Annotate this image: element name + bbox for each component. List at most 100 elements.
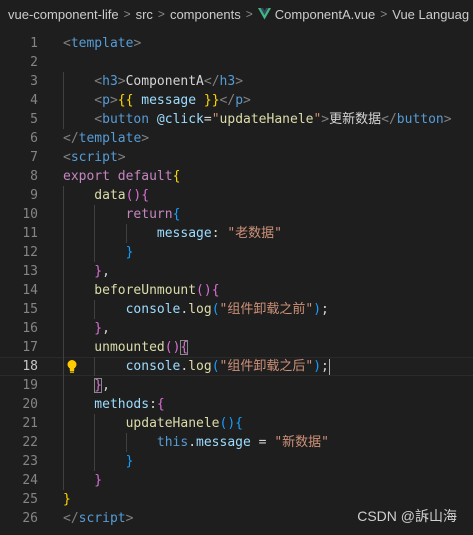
code-token: : — [149, 397, 157, 412]
code-token: {{ — [117, 93, 142, 108]
code-text: </script> — [63, 509, 133, 528]
chevron-right-icon: > — [123, 7, 131, 21]
code-text: <h3>ComponentA</h3> — [94, 72, 243, 91]
indent-guide — [63, 433, 64, 452]
code-line[interactable]: 1 <template> — [0, 34, 473, 53]
code-token: log — [188, 359, 212, 374]
code-line[interactable]: 7 <script> — [0, 148, 473, 167]
code-token: } — [94, 264, 103, 279]
code-token: </ — [381, 112, 397, 127]
indent-guide — [63, 471, 64, 490]
code-line[interactable]: 21 updateHanele(){ — [0, 414, 473, 433]
code-line[interactable]: 14 beforeUnmount(){ — [0, 281, 473, 300]
code-token: template — [78, 131, 142, 146]
code-line[interactable]: 2 — [0, 53, 473, 72]
code-text: this.message = "新数据" — [157, 433, 329, 452]
code-line[interactable]: 5 <button @click="updateHanele">更新数据</but… — [0, 110, 473, 129]
indent-guide — [125, 224, 127, 243]
code-token: message — [156, 226, 212, 241]
indent-guide — [63, 281, 64, 300]
code-token: }} — [196, 93, 220, 108]
breadcrumb-item-components[interactable]: components — [170, 7, 241, 22]
code-token: h3 — [102, 74, 118, 89]
code-line[interactable]: 6 </template> — [0, 129, 473, 148]
code-line[interactable]: 17 unmounted(){ — [0, 338, 473, 357]
code-line[interactable]: 8 export default{ — [0, 167, 473, 186]
code-editor[interactable]: 1 <template> 2 3 <h3>ComponentA</h3> 4 <p>{{ m… — [0, 28, 473, 535]
code-text: <script> — [63, 148, 126, 167]
code-token: { — [141, 188, 150, 203]
line-number: 16 — [22, 321, 38, 336]
breadcrumb-item-language[interactable]: Vue Languag — [392, 7, 469, 22]
indent-guide — [63, 110, 64, 129]
code-token: script — [70, 150, 118, 165]
code-line[interactable]: 18 console.log("组件卸载之后"); — [0, 357, 473, 376]
code-token: "新数据" — [274, 435, 329, 450]
line-number: 18 — [22, 359, 38, 374]
code-line[interactable]: 24} — [0, 471, 473, 490]
code-token: { — [180, 340, 189, 355]
code-line[interactable]: 3 <h3>ComponentA</h3> — [0, 72, 473, 91]
code-token: } — [125, 454, 134, 469]
code-token: } — [94, 378, 103, 393]
indent-guide — [63, 319, 64, 338]
code-token: message — [196, 435, 251, 450]
line-number: 4 — [30, 93, 38, 108]
code-text: beforeUnmount(){ — [94, 281, 219, 300]
code-token: methods — [94, 397, 150, 412]
code-line[interactable]: 9 data(){ — [0, 186, 473, 205]
code-token: , — [102, 264, 110, 279]
code-line[interactable]: 20 methods:{ — [0, 395, 473, 414]
line-number: 13 — [22, 264, 38, 279]
code-token: : — [211, 226, 228, 241]
code-token: () — [196, 283, 212, 298]
code-token: = — [250, 435, 275, 450]
code-line[interactable]: 16}, — [0, 319, 473, 338]
code-token: "老数据" — [227, 226, 282, 241]
lightbulb-icon[interactable] — [66, 359, 78, 374]
code-line[interactable]: 22 this.message = "新数据" — [0, 433, 473, 452]
code-line[interactable]: 13}, — [0, 262, 473, 281]
code-token: button — [102, 112, 150, 127]
breadcrumb-item-project[interactable]: vue-component-life — [8, 7, 119, 22]
code-line[interactable]: 15 console.log("组件卸载之前"); — [0, 300, 473, 319]
line-number: 5 — [30, 112, 38, 127]
code-line[interactable]: 12} — [0, 243, 473, 262]
code-line[interactable]: 11 message: "老数据" — [0, 224, 473, 243]
indent-guide — [63, 452, 64, 471]
indent-guide — [63, 91, 64, 110]
code-text: console.log("组件卸载之后"); — [126, 357, 330, 376]
code-line[interactable]: 23} — [0, 452, 473, 471]
code-token: () — [125, 188, 142, 203]
code-token: return — [125, 207, 173, 222]
code-token: > — [443, 112, 452, 127]
code-text: data(){ — [94, 186, 149, 205]
chevron-right-icon: > — [380, 7, 388, 21]
indent-guide — [94, 452, 96, 471]
code-token: < — [63, 150, 71, 165]
indent-guide — [63, 338, 64, 357]
line-number: 22 — [22, 435, 38, 450]
indent-guide — [125, 433, 127, 452]
code-token: > — [141, 131, 150, 146]
code-line[interactable]: 4 <p>{{ message }}</p> — [0, 91, 473, 110]
code-line[interactable]: 10 return{ — [0, 205, 473, 224]
line-number: 23 — [22, 454, 38, 469]
line-number: 9 — [30, 188, 38, 203]
code-token: { — [211, 283, 220, 298]
code-line[interactable]: 19}, — [0, 376, 473, 395]
breadcrumb-item-src[interactable]: src — [136, 7, 153, 22]
indent-guide — [94, 414, 96, 433]
code-token: > — [243, 93, 251, 108]
code-token: beforeUnmount — [94, 283, 197, 298]
code-text: updateHanele(){ — [126, 414, 243, 433]
code-token: 更新数据 — [329, 112, 382, 127]
code-token: </ — [63, 131, 79, 146]
code-token: template — [70, 36, 134, 51]
line-number: 19 — [22, 378, 38, 393]
line-number: 14 — [22, 283, 38, 298]
code-text: return{ — [126, 205, 181, 224]
line-number: 3 — [30, 74, 38, 89]
breadcrumb-item-file[interactable]: ComponentA.vue — [275, 7, 375, 22]
